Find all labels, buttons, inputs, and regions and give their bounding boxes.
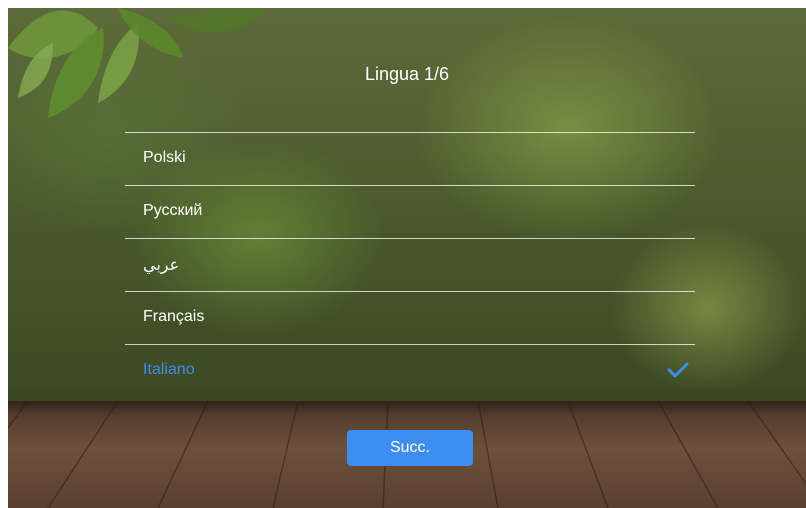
next-button[interactable]: Succ. bbox=[347, 430, 473, 466]
language-item-label: عربي bbox=[143, 257, 180, 274]
language-item-russian[interactable]: Русский bbox=[125, 185, 695, 238]
language-item-arabic[interactable]: عربي bbox=[125, 238, 695, 291]
language-item-polski[interactable]: Polski bbox=[125, 132, 695, 185]
page-title: Lingua 1/6 bbox=[364, 64, 450, 84]
language-item-label: Français bbox=[143, 308, 205, 325]
language-setup-screen: Lingua 1/6 Polski Русский عربي Français … bbox=[8, 8, 806, 508]
language-item-label: Polski bbox=[143, 149, 186, 166]
language-item-label: Italiano bbox=[143, 361, 195, 378]
language-item-french[interactable]: Français bbox=[125, 291, 695, 344]
language-item-italian[interactable]: Italiano bbox=[125, 344, 695, 397]
language-item-label: Русский bbox=[143, 202, 203, 219]
checkmark-icon bbox=[667, 362, 689, 378]
language-list: Polski Русский عربي Français Italiano bbox=[125, 132, 695, 397]
